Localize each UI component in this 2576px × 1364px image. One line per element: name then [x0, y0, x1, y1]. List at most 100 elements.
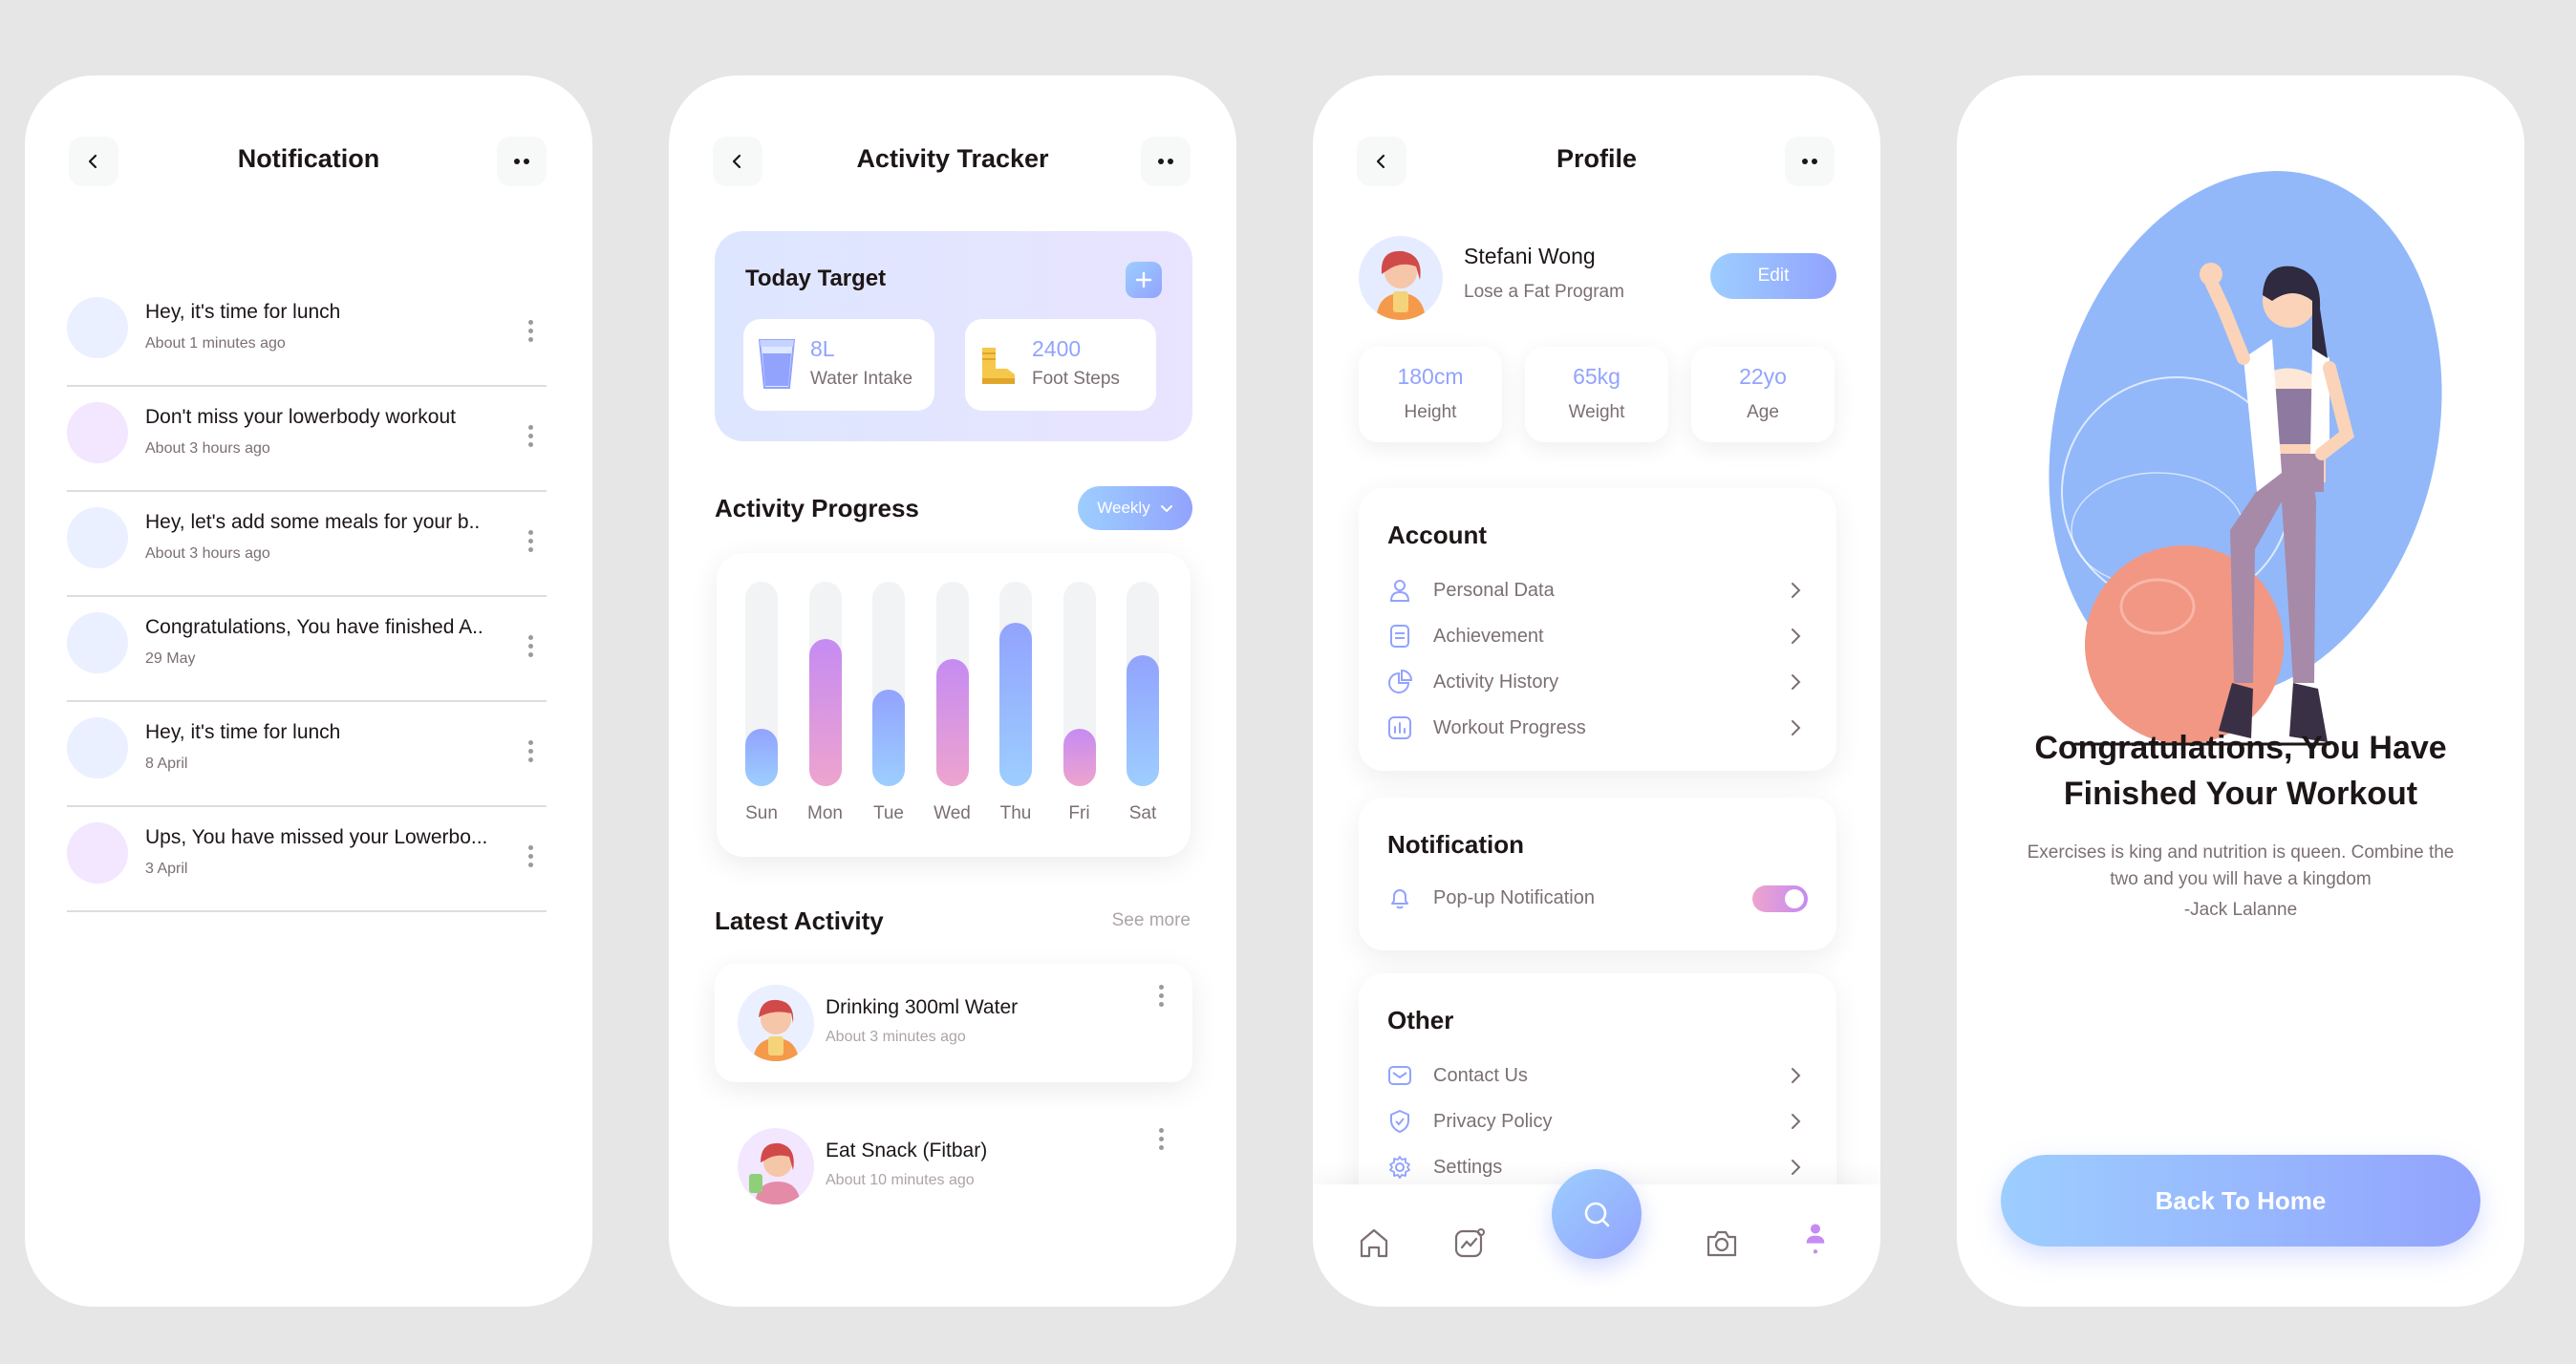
menu-item-workout-progress[interactable]: Workout Progress: [1387, 712, 1808, 744]
tick-label: Sat: [1128, 803, 1157, 823]
popup-notification-toggle[interactable]: [1752, 885, 1808, 912]
bar-thu[interactable]: [999, 622, 1032, 786]
avatar: [67, 822, 128, 884]
home-icon[interactable]: [1357, 1226, 1391, 1261]
more-vertical-icon[interactable]: [1159, 1128, 1164, 1150]
menu-item-personal-data[interactable]: Personal Data: [1387, 574, 1808, 607]
avatar: [67, 402, 128, 463]
bar-fri[interactable]: [1063, 729, 1096, 786]
menu-item-label: Contact Us: [1433, 1065, 1528, 1086]
tick-label: Mon: [807, 803, 843, 823]
account-section: Account Personal Data Achievement Activi…: [1359, 488, 1836, 771]
menu-item-label: Achievement: [1433, 626, 1544, 647]
stat-value: 22yo: [1739, 364, 1787, 389]
see-more-link[interactable]: See more: [1112, 910, 1191, 931]
activity-progress-chart: Sun Mon Tue Wed Thu Fri Sat: [717, 553, 1191, 857]
notification-item[interactable]: Hey, it's time for lunch 8 April: [67, 702, 547, 807]
menu-item-privacy-policy[interactable]: Privacy Policy: [1387, 1105, 1808, 1138]
camera-icon[interactable]: [1705, 1226, 1739, 1261]
notification-item[interactable]: Hey, let's add some meals for your b.. Ab…: [67, 492, 547, 597]
edit-profile-button[interactable]: Edit: [1710, 253, 1836, 299]
bar-tue[interactable]: [872, 690, 905, 786]
activity-title: Eat Snack (Fitbar): [826, 1140, 988, 1162]
more-button[interactable]: [1141, 137, 1191, 186]
activity-title: Drinking 300ml Water: [826, 996, 1019, 1018]
activity-progress-title: Activity Progress: [715, 494, 919, 522]
bar-track: [745, 582, 778, 786]
water-intake-card[interactable]: 8L Water Intake: [743, 319, 934, 411]
foot-steps-card[interactable]: 2400 Foot Steps: [965, 319, 1156, 411]
tick-label: Fri: [1068, 803, 1090, 823]
avatar: [67, 612, 128, 673]
chevron-right-icon: [1792, 1160, 1801, 1175]
avatar: [1359, 236, 1443, 320]
notification-item[interactable]: Don't miss your lowerbody workout About 3…: [67, 387, 547, 492]
weight-stat: 65kg Weight: [1525, 347, 1668, 442]
menu-item-achievement[interactable]: Achievement: [1387, 620, 1808, 652]
activity-icon[interactable]: [1452, 1226, 1487, 1261]
menu-item-label: Activity History: [1433, 671, 1559, 693]
activity-card[interactable]: Drinking 300ml Water About 3 minutes ago: [715, 964, 1192, 1082]
menu-item-activity-history[interactable]: Activity History: [1387, 666, 1808, 698]
notification-title: Ups, You have missed your Lowerbo...: [145, 826, 488, 848]
celebration-illustration: [2049, 171, 2442, 746]
tick-label: Sun: [745, 803, 778, 823]
more-vertical-icon[interactable]: [528, 845, 533, 867]
other-title: Other: [1387, 1006, 1454, 1034]
menu-item-label: Personal Data: [1433, 580, 1555, 601]
more-vertical-icon[interactable]: [1159, 985, 1164, 1007]
menu-item-label: Workout Progress: [1433, 717, 1586, 738]
notification-time: 29 May: [145, 650, 196, 667]
profile-icon[interactable]: [1798, 1223, 1833, 1257]
boots-icon: [982, 348, 1015, 384]
activity-card[interactable]: Eat Snack (Fitbar) About 10 minutes ago: [715, 1107, 1192, 1225]
notification-title: Hey, it's time for lunch: [145, 721, 341, 743]
notification-time: About 3 hours ago: [145, 545, 270, 562]
age-stat: 22yo Age: [1691, 347, 1835, 442]
profile-icon: [1389, 580, 1410, 602]
back-to-home-button[interactable]: Back To Home: [2001, 1155, 2480, 1247]
bar-track: [935, 582, 969, 786]
workout-finished-screen: Congratulations, You Have Finished Your …: [1957, 75, 2524, 1307]
add-target-button[interactable]: [1126, 262, 1162, 298]
more-vertical-icon[interactable]: [528, 530, 533, 552]
notification-time: 8 April: [145, 756, 188, 772]
more-button[interactable]: [497, 137, 547, 186]
menu-item-contact-us[interactable]: Contact Us: [1387, 1059, 1808, 1092]
more-vertical-icon[interactable]: [528, 635, 533, 657]
notification-item[interactable]: Hey, it's time for lunch About 1 minutes …: [67, 282, 547, 387]
stat-label: Weight: [1568, 402, 1625, 422]
profile-program: Lose a Fat Program: [1464, 282, 1624, 302]
search-button[interactable]: [1552, 1169, 1642, 1259]
bar-mon[interactable]: [808, 638, 842, 786]
bar-track: [808, 582, 842, 786]
profile-name: Stefani Wong: [1464, 244, 1596, 268]
notification-title: Don't miss your lowerbody workout: [145, 406, 456, 428]
notification-item[interactable]: Congratulations, You have finished A.. 29…: [67, 597, 547, 702]
bar-sat[interactable]: [1127, 655, 1159, 786]
shield-icon: [1390, 1109, 1409, 1134]
notification-time: 3 April: [145, 861, 188, 877]
more-vertical-icon[interactable]: [528, 740, 533, 762]
activity-tracker-screen: Activity Tracker Today Target 8L Water I…: [669, 75, 1236, 1307]
bottom-navigation: [1313, 1169, 1880, 1307]
bar-sun[interactable]: [745, 729, 778, 786]
quote-line2: two and you will have a kingdom: [2110, 869, 2372, 889]
bar-chart-icon: [1388, 716, 1411, 739]
avatar: [738, 1128, 814, 1204]
more-dots-icon: [1802, 159, 1817, 164]
notification-time: About 1 minutes ago: [145, 335, 286, 352]
congrats-title-line1: Congratulations, You Have: [2034, 730, 2447, 766]
more-button[interactable]: [1785, 137, 1835, 186]
stat-label: Age: [1747, 402, 1779, 422]
more-vertical-icon[interactable]: [528, 320, 533, 342]
period-dropdown[interactable]: Weekly: [1078, 486, 1192, 530]
tick-label: Tue: [872, 803, 905, 823]
chevron-right-icon: [1792, 583, 1801, 598]
bar-wed[interactable]: [935, 659, 969, 786]
chevron-down-icon: [1160, 505, 1172, 513]
notification-item[interactable]: Ups, You have missed your Lowerbo... 3 Ap…: [67, 807, 547, 912]
more-vertical-icon[interactable]: [528, 425, 533, 447]
gear-icon: [1389, 1156, 1410, 1179]
profile-screen: Profile Stefani Wong Lose a Fat Program …: [1313, 75, 1880, 1307]
